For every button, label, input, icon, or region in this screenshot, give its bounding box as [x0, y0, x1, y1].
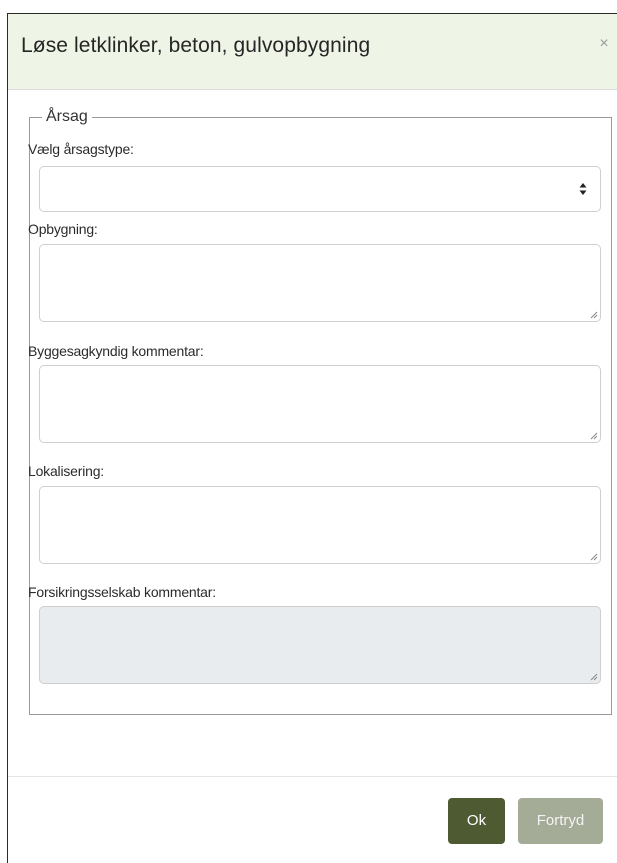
cancel-button[interactable]: Fortryd	[518, 798, 603, 844]
expert-comment-label: Byggesagkyndig kommentar:	[28, 343, 204, 359]
expert-comment-textarea[interactable]	[39, 365, 601, 443]
resize-handle-icon	[590, 673, 598, 681]
dialog: Løse letklinker, beton, gulvopbygning × …	[7, 13, 617, 863]
location-label: Lokalisering:	[28, 463, 104, 479]
construction-label: Opbygning:	[28, 221, 98, 237]
construction-textarea[interactable]	[39, 244, 601, 322]
footer-divider	[8, 776, 617, 777]
resize-handle-icon[interactable]	[588, 551, 598, 561]
ok-button[interactable]: Ok	[448, 798, 505, 844]
sort-icon	[579, 183, 587, 195]
insurer-comment-label: Forsikringsselskab kommentar:	[28, 584, 216, 600]
cause-type-select[interactable]	[39, 166, 601, 212]
location-textarea[interactable]	[39, 486, 601, 564]
cause-legend: Årsag	[46, 108, 88, 125]
dialog-title: Løse letklinker, beton, gulvopbygning	[21, 34, 371, 57]
insurer-comment-textarea	[39, 606, 601, 684]
close-icon[interactable]: ×	[597, 36, 611, 52]
cause-type-label: Vælg årsagstype:	[28, 141, 134, 157]
dialog-header: Løse letklinker, beton, gulvopbygning ×	[8, 14, 617, 90]
resize-handle-icon[interactable]	[588, 309, 598, 319]
resize-handle-icon[interactable]	[588, 430, 598, 440]
